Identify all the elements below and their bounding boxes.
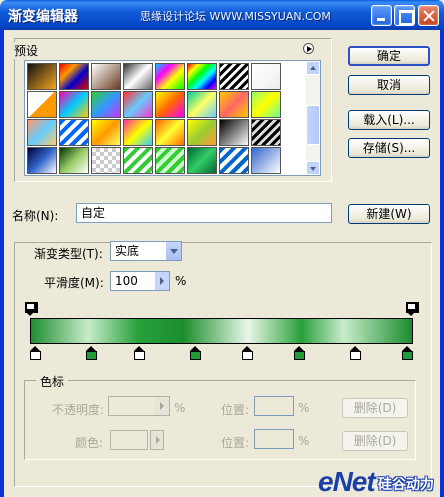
scroll-down-arrow-icon[interactable] — [306, 161, 320, 175]
smoothness-field[interactable]: 100 — [110, 271, 170, 291]
color-swatch-field[interactable] — [110, 430, 148, 450]
window-border-right — [440, 30, 444, 497]
delete-color-button[interactable]: 删除(D) — [342, 431, 408, 451]
preset-swatch[interactable] — [219, 63, 249, 90]
preset-swatch[interactable] — [155, 119, 185, 146]
color-stop[interactable] — [294, 346, 306, 360]
color-stop[interactable] — [402, 346, 413, 360]
preset-swatch[interactable] — [59, 91, 89, 118]
preset-swatch[interactable] — [155, 147, 185, 174]
gradient-type-value: 实底 — [115, 244, 140, 258]
title-bar[interactable]: 渐变编辑器 思缘设计论坛 WWW.MISSYUAN.COM — [0, 0, 444, 30]
preset-swatch[interactable] — [187, 147, 217, 174]
preset-swatch[interactable] — [123, 119, 153, 146]
preset-swatch[interactable] — [251, 91, 281, 118]
preset-swatch[interactable] — [27, 147, 57, 174]
enet-logo-cn: 硅谷动力 — [378, 477, 434, 493]
preset-swatch[interactable] — [187, 63, 217, 90]
opacity-location-label: 位置: — [221, 403, 250, 417]
opacity-location-field[interactable] — [254, 396, 294, 416]
watermark-text: 思缘设计论坛 WWW.MISSYUAN.COM — [140, 10, 331, 23]
smoothness-arrow-icon[interactable] — [155, 272, 169, 290]
preset-swatch[interactable] — [91, 147, 121, 174]
scroll-up-arrow-icon[interactable] — [306, 61, 320, 75]
window-border-left — [0, 30, 4, 497]
preset-swatch[interactable] — [27, 91, 57, 118]
opacity-stop-left[interactable] — [25, 302, 38, 316]
preset-swatch[interactable] — [27, 63, 57, 90]
color-arrow-icon[interactable] — [151, 431, 163, 449]
close-button[interactable] — [418, 5, 439, 26]
presets-label: 预设 — [10, 42, 43, 59]
color-stop[interactable] — [349, 346, 361, 360]
presets-menu-arrow-icon[interactable] — [303, 43, 314, 54]
cancel-button[interactable]: 取消 — [348, 75, 430, 95]
preset-swatch[interactable] — [123, 147, 153, 174]
window-title: 渐变编辑器 — [8, 9, 78, 25]
opacity-arrow-icon[interactable] — [155, 397, 169, 415]
preset-swatch[interactable] — [91, 91, 121, 118]
color-stop[interactable] — [30, 346, 41, 360]
color-arrow-button[interactable] — [150, 430, 164, 450]
preset-swatch[interactable] — [187, 119, 217, 146]
preset-swatch[interactable] — [27, 119, 57, 146]
preset-swatch[interactable] — [251, 119, 281, 146]
preset-swatch[interactable] — [59, 63, 89, 90]
load-button[interactable]: 载入(L)... — [348, 110, 430, 130]
delete-opacity-button[interactable]: 删除(D) — [342, 398, 408, 418]
smoothness-unit: % — [175, 274, 187, 288]
ok-button[interactable]: 确定 — [348, 46, 430, 66]
scroll-thumb[interactable] — [306, 105, 320, 145]
preset-swatch[interactable] — [91, 63, 121, 90]
preset-swatch[interactable] — [251, 147, 281, 174]
color-location-unit: % — [298, 434, 310, 448]
preset-swatch[interactable] — [59, 119, 89, 146]
color-stop[interactable] — [85, 346, 97, 360]
preset-swatch-grid[interactable] — [24, 60, 321, 176]
color-label: 颜色: — [75, 436, 104, 450]
smoothness-label: 平滑度(M): — [44, 276, 104, 290]
color-location-label: 位置: — [221, 436, 250, 450]
gradient-type-label: 渐变类型(T): — [30, 245, 107, 262]
preset-swatch[interactable] — [155, 91, 185, 118]
preset-swatch[interactable] — [91, 119, 121, 146]
name-field[interactable]: 自定 — [76, 203, 332, 223]
color-stop[interactable] — [242, 346, 254, 360]
gradient-type-select[interactable]: 实底 — [110, 241, 182, 261]
minimize-button[interactable] — [371, 5, 392, 26]
preset-swatch[interactable] — [219, 147, 249, 174]
maximize-button[interactable] — [394, 5, 415, 26]
new-button[interactable]: 新建(W) — [348, 204, 430, 224]
gradient-preview-bar[interactable] — [30, 318, 413, 344]
color-location-field[interactable] — [254, 429, 294, 449]
opacity-label: 不透明度: — [52, 403, 105, 417]
preset-swatch[interactable] — [251, 63, 281, 90]
preset-swatch[interactable] — [123, 63, 153, 90]
opacity-field[interactable] — [108, 396, 170, 416]
enet-logo: eNet — [318, 466, 376, 497]
color-stop[interactable] — [134, 346, 146, 360]
preset-swatch[interactable] — [155, 63, 185, 90]
preset-swatch[interactable] — [187, 91, 217, 118]
presets-scrollbar[interactable] — [306, 61, 320, 175]
color-stop[interactable] — [189, 346, 201, 360]
preset-swatch[interactable] — [219, 119, 249, 146]
preset-swatch[interactable] — [59, 147, 89, 174]
opacity-stop-right[interactable] — [406, 302, 419, 316]
name-label: 名称(N): — [12, 209, 59, 223]
opacity-location-unit: % — [298, 401, 310, 415]
save-button[interactable]: 存储(S)... — [348, 138, 430, 158]
preset-swatch[interactable] — [123, 91, 153, 118]
preset-swatch[interactable] — [219, 91, 249, 118]
smoothness-value: 100 — [115, 274, 138, 288]
color-stops-label: 色标 — [36, 373, 69, 390]
chevron-down-icon[interactable] — [165, 242, 181, 260]
opacity-unit: % — [174, 401, 186, 415]
